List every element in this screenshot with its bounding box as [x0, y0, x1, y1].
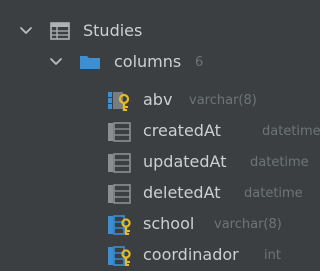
column-foreign-key-icon — [108, 246, 131, 266]
column-name: createdAt — [143, 121, 221, 140]
column-type: datetime — [262, 124, 320, 139]
columns-folder-label: columns — [114, 52, 182, 71]
column-name: coordinador — [143, 245, 239, 264]
column-type: int — [264, 248, 281, 263]
chevron-down-icon[interactable] — [48, 54, 64, 70]
column-name: school — [143, 214, 195, 233]
column-name: updatedAt — [143, 152, 227, 171]
column-name: deletedAt — [143, 183, 221, 202]
database-tree: Studies columns 6 abv varchar(8) created… — [0, 0, 320, 271]
folder-icon — [80, 56, 100, 69]
column-foreign-key-icon — [108, 215, 131, 235]
column-icon — [108, 122, 131, 142]
table-name: Studies — [83, 21, 143, 40]
column-type: varchar(8) — [214, 217, 282, 232]
columns-count: 6 — [195, 55, 204, 70]
column-type: datetime — [250, 155, 309, 170]
table-icon — [50, 22, 70, 40]
chevron-down-icon[interactable] — [18, 23, 34, 39]
column-name: abv — [143, 90, 173, 109]
column-key-icon — [108, 92, 130, 111]
column-type: datetime — [244, 186, 303, 201]
column-icon — [108, 184, 131, 204]
column-type: varchar(8) — [189, 93, 257, 108]
column-icon — [108, 153, 131, 173]
